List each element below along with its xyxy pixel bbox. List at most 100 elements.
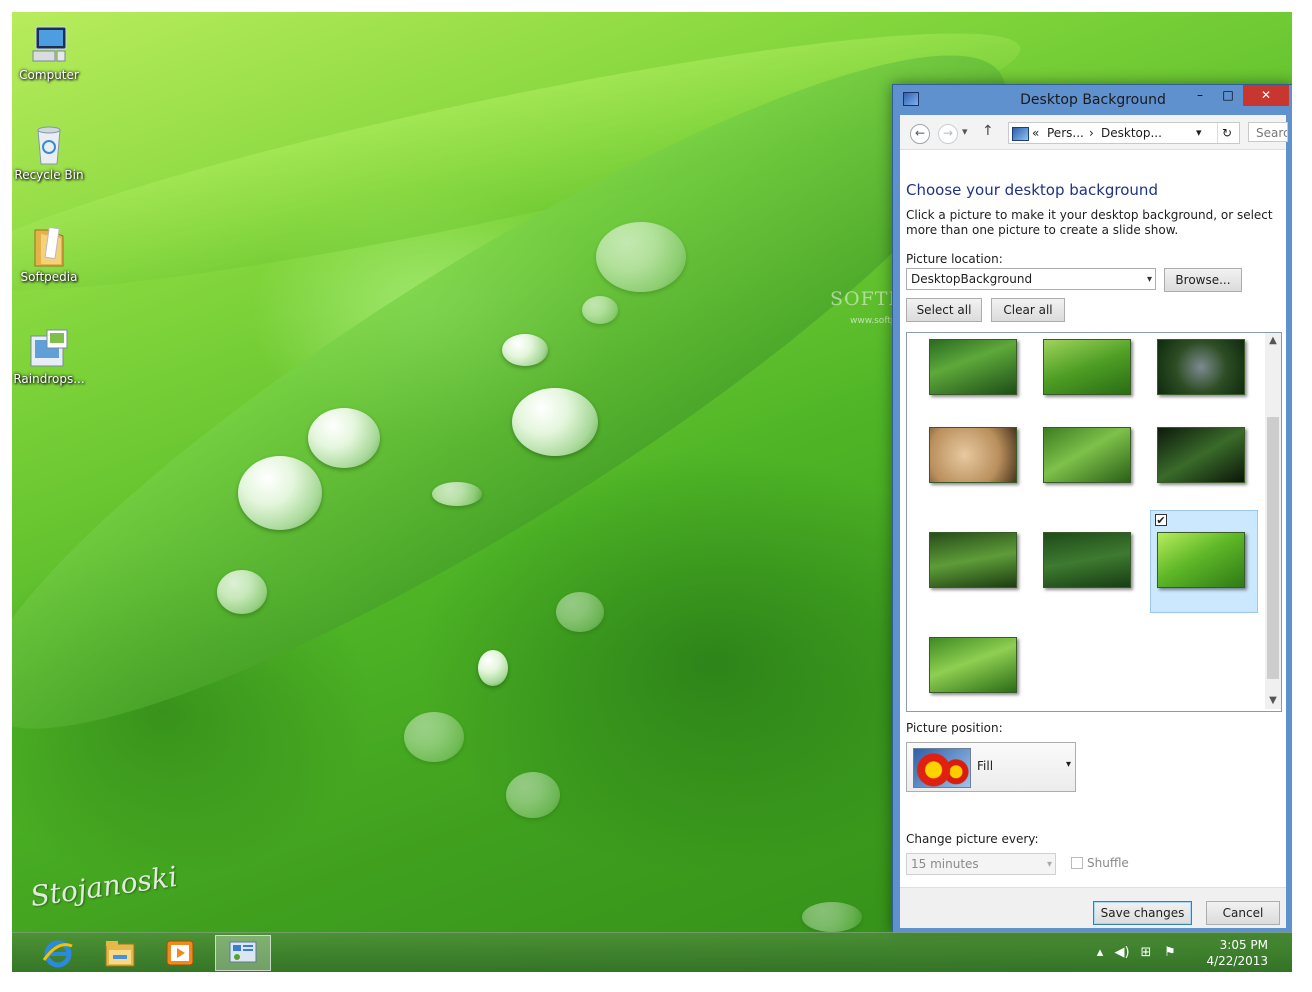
internet-explorer-icon (42, 940, 73, 968)
title-bar[interactable]: Desktop Background – □ ✕ (893, 85, 1292, 115)
save-changes-button[interactable]: Save changes (1093, 901, 1192, 925)
desktop: Computer Recycle Bin Softpedia Raindrops… (12, 12, 1292, 972)
desktop-icon-label: Recycle Bin (14, 168, 84, 182)
taskbar: ▴ ◀) ⊞ ⚑ 3:05 PM 4/22/2013 (12, 932, 1292, 972)
change-picture-interval-select[interactable]: 15 minutes ▾ (906, 853, 1056, 875)
desktop-icon-softpedia[interactable]: Softpedia (12, 224, 89, 284)
system-tray: ▴ ◀) ⊞ ⚑ 3:05 PM 4/22/2013 (1092, 933, 1292, 972)
wallpaper-signature: Stojanoski (28, 859, 180, 914)
water-drop (502, 334, 548, 366)
water-drop (478, 650, 508, 686)
dialog-footer: Save changes Cancel (900, 887, 1286, 928)
water-drop (432, 482, 482, 506)
back-button[interactable]: ← (910, 124, 930, 144)
page-description: Click a picture to make it your desktop … (906, 208, 1273, 237)
page-title: Choose your desktop background (906, 181, 1158, 199)
breadcrumb-separator[interactable]: › (1089, 123, 1094, 143)
water-drop (596, 222, 686, 292)
water-drop (404, 712, 464, 762)
scroll-up-icon[interactable]: ▲ (1265, 333, 1281, 349)
change-picture-interval-value: 15 minutes (911, 857, 979, 871)
control-panel-icon (1012, 127, 1029, 141)
taskbar-media-player[interactable] (152, 935, 208, 971)
clear-all-button[interactable]: Clear all (991, 298, 1065, 322)
gallery-scrollbar[interactable]: ▲ ▼ (1265, 333, 1281, 709)
control-panel-icon (229, 941, 257, 963)
picture-location-select[interactable]: DesktopBackground ▾ (906, 268, 1156, 290)
browse-button[interactable]: Browse... (1164, 268, 1242, 292)
action-center-icon[interactable]: ⚑ (1162, 945, 1178, 961)
picture-position-label: Picture position: (906, 721, 1003, 735)
thumbnail-10[interactable] (929, 637, 1017, 693)
clock-time: 3:05 PM (1219, 938, 1268, 952)
chevron-down-icon: ▾ (1046, 859, 1052, 870)
taskbar-clock[interactable]: 3:05 PM 4/22/2013 (1206, 937, 1268, 969)
desktop-icon-recycle-bin[interactable]: Recycle Bin (12, 122, 89, 182)
shuffle-checkbox[interactable] (1071, 857, 1083, 869)
desktop-icon-computer[interactable]: Computer (12, 22, 89, 82)
media-player-icon (166, 940, 194, 966)
thumbnail-7[interactable] (929, 532, 1017, 588)
water-drop (512, 388, 598, 456)
water-drop (308, 408, 380, 468)
recycle-bin-icon (27, 122, 71, 166)
thumbnail-3[interactable] (1157, 339, 1245, 395)
recent-locations-dropdown[interactable]: ▾ (962, 125, 968, 138)
clock-date: 4/22/2013 (1206, 954, 1268, 968)
thumbnail-6[interactable] (1157, 427, 1245, 483)
desktop-icon-label: Computer (19, 68, 79, 82)
picture-location-value: DesktopBackground (911, 272, 1033, 286)
window-client-area: ← → ▾ ↑ « Pers... › Desktop... ▾ ↻ Sear c… (900, 115, 1288, 928)
water-drop (802, 902, 862, 932)
taskbar-file-explorer[interactable] (92, 935, 148, 971)
chevron-down-icon: ▾ (1146, 274, 1152, 285)
water-drop (238, 456, 322, 530)
thumbnail-9[interactable] (1157, 532, 1245, 588)
picture-position-value: Fill (977, 759, 994, 773)
computer-icon (27, 22, 71, 66)
desktop-background-window: Desktop Background – □ ✕ ← → ▾ ↑ « Pers.… (892, 84, 1292, 934)
water-drop (582, 296, 618, 324)
water-drop (556, 592, 604, 632)
fill-preview-icon (913, 748, 971, 788)
thumbnail-5[interactable] (1043, 427, 1131, 483)
file-explorer-icon (105, 941, 135, 967)
address-dropdown-button[interactable]: ▾ (1196, 123, 1202, 143)
desktop-icon-label: Raindrops... (13, 372, 85, 386)
thumbnail-2[interactable] (1043, 339, 1131, 395)
water-drop (217, 570, 267, 614)
scrollbar-thumb[interactable] (1267, 417, 1279, 679)
breadcrumb-personalization[interactable]: Pers... (1047, 123, 1084, 143)
select-all-button[interactable]: Select all (906, 298, 982, 322)
breadcrumb-desktop-background[interactable]: Desktop... (1101, 123, 1162, 143)
up-button[interactable]: ↑ (982, 123, 994, 139)
change-picture-label: Change picture every: (906, 832, 1039, 846)
forward-button[interactable]: → (938, 124, 958, 144)
address-bar[interactable]: « Pers... › Desktop... ▾ ↻ (1008, 122, 1240, 144)
picture-gallery: ✔ ▲ ▼ (906, 332, 1282, 712)
refresh-button[interactable]: ↻ (1217, 123, 1232, 143)
taskbar-internet-explorer[interactable] (30, 935, 86, 971)
minimize-button[interactable]: – (1187, 85, 1213, 106)
chevron-up-icon[interactable]: ▴ (1092, 945, 1108, 961)
cancel-button[interactable]: Cancel (1206, 901, 1280, 925)
taskbar-control-panel[interactable] (215, 935, 271, 971)
volume-icon[interactable]: ◀) (1114, 945, 1130, 961)
maximize-button[interactable]: □ (1215, 85, 1241, 106)
breadcrumb-overflow[interactable]: « (1032, 123, 1039, 143)
thumbnail-1[interactable] (929, 339, 1017, 395)
picture-location-label: Picture location: (906, 252, 1003, 266)
water-drop (506, 772, 560, 818)
thumbnail-checkbox[interactable]: ✔ (1155, 514, 1167, 526)
folder-icon (27, 224, 71, 268)
thumbnail-8[interactable] (1043, 532, 1131, 588)
desktop-icon-raindrops[interactable]: Raindrops... (12, 326, 89, 386)
close-button[interactable]: ✕ (1243, 85, 1289, 106)
network-icon[interactable]: ⊞ (1138, 945, 1154, 961)
thumbnail-4[interactable] (929, 427, 1017, 483)
shuffle-label: Shuffle (1087, 856, 1129, 870)
search-input[interactable]: Search (1248, 122, 1288, 142)
picture-position-select[interactable]: Fill ▾ (906, 742, 1076, 792)
scroll-down-icon[interactable]: ▼ (1265, 693, 1281, 709)
navigation-bar: ← → ▾ ↑ « Pers... › Desktop... ▾ ↻ Searc… (900, 115, 1288, 150)
